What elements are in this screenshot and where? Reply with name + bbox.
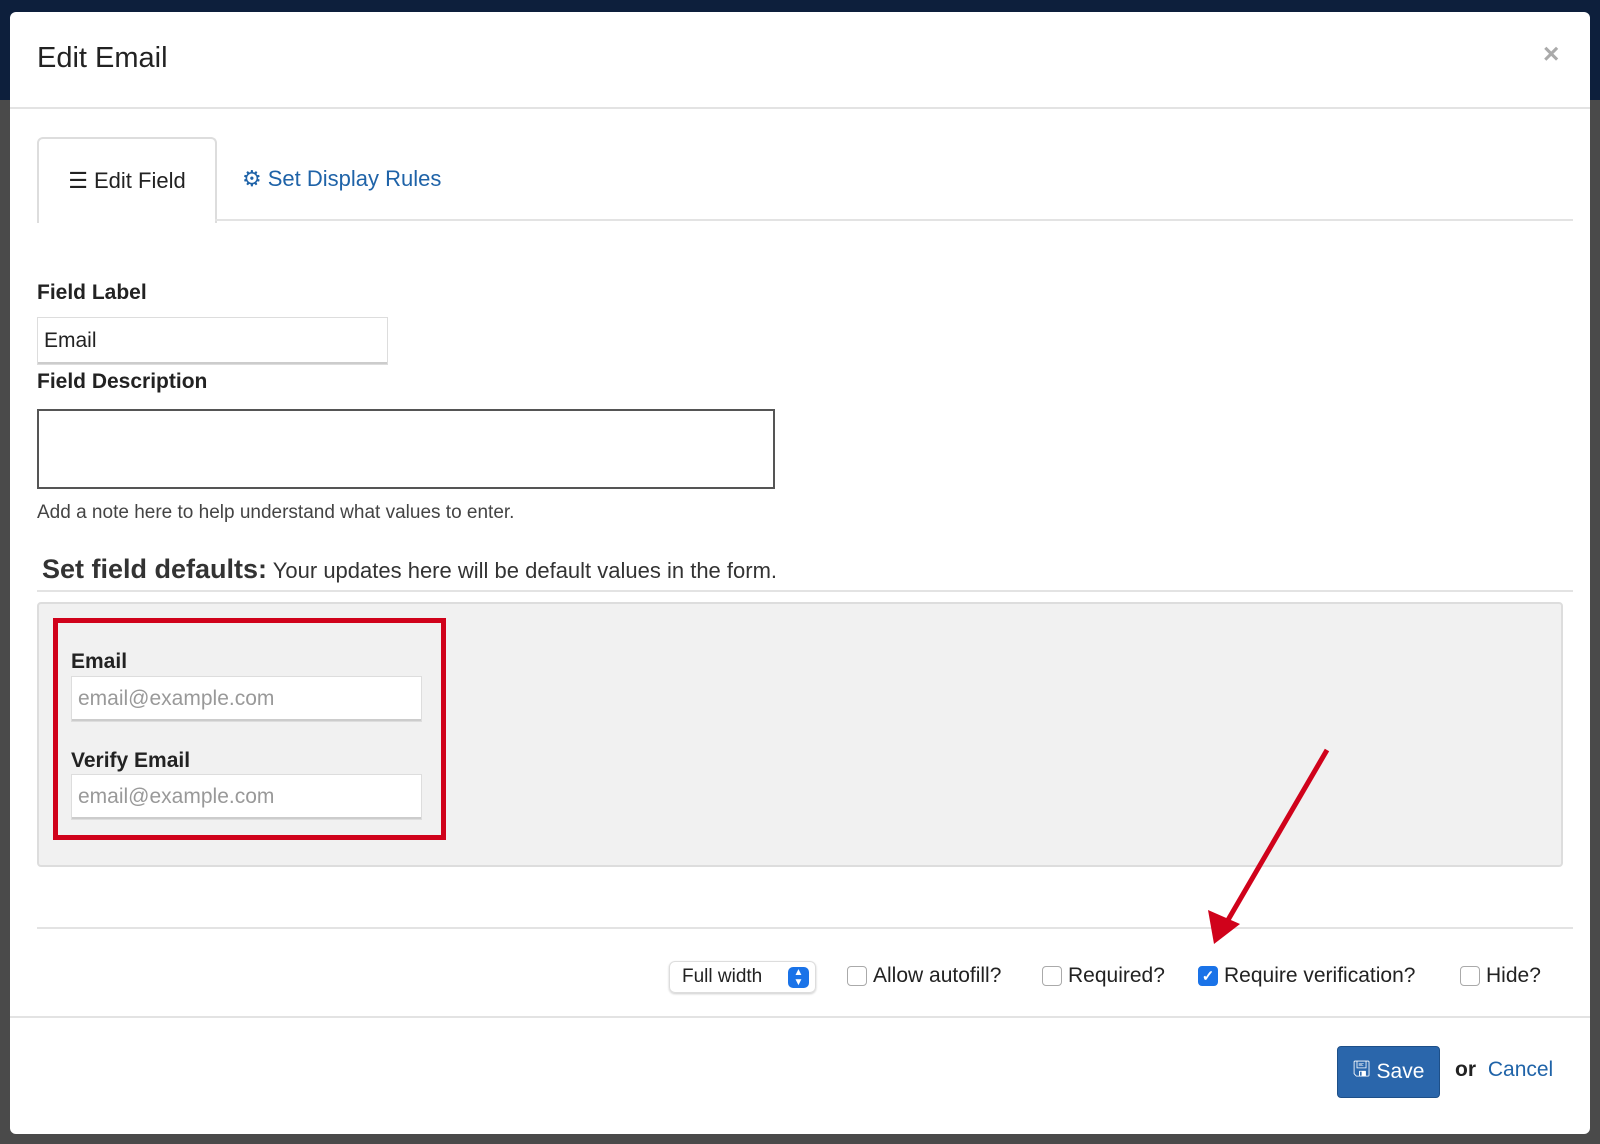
tab-edit-field[interactable]: ☰ Edit Field	[37, 137, 217, 223]
field-label-input[interactable]: Email	[37, 317, 388, 365]
defaults-heading: Set field defaults: Your updates here wi…	[42, 554, 777, 585]
tabs-divider	[215, 219, 1573, 221]
checkbox-label: Required?	[1068, 964, 1165, 987]
checkbox-allow-autofill[interactable]: Allow autofill?	[847, 959, 1001, 993]
footer-actions: or Cancel	[1455, 1058, 1553, 1082]
width-select-value: Full width	[682, 966, 763, 987]
field-description-heading: Field Description	[37, 370, 208, 393]
width-select[interactable]: Full width ▲ ▼	[669, 961, 816, 993]
field-label-heading: Field Label	[37, 281, 147, 304]
tab-label: Set Display Rules	[267, 166, 442, 191]
checkbox-icon[interactable]	[1042, 966, 1062, 986]
modal-title: Edit Email	[37, 42, 168, 74]
preview-email-input[interactable]: email@example.com	[71, 676, 422, 722]
checkbox-label: Allow autofill?	[873, 964, 1002, 987]
defaults-title: Set field defaults:	[42, 554, 268, 584]
save-button[interactable]: 🖫 Save	[1337, 1046, 1440, 1098]
checkmark-icon[interactable]: ✓	[1198, 966, 1218, 986]
field-description-textarea[interactable]	[37, 409, 775, 489]
or-text: or	[1455, 1058, 1476, 1081]
select-arrows-icon: ▲ ▼	[788, 967, 809, 988]
close-icon[interactable]: ×	[1543, 38, 1559, 70]
list-icon: ☰	[68, 168, 88, 193]
floppy-disk-icon: 🖫	[1352, 1057, 1371, 1081]
save-label: Save	[1376, 1060, 1425, 1083]
options-divider	[37, 927, 1573, 929]
checkbox-icon[interactable]	[1460, 966, 1480, 986]
cancel-link[interactable]: Cancel	[1488, 1058, 1553, 1081]
preview-email-label: Email	[71, 650, 128, 673]
defaults-divider	[37, 590, 1573, 592]
header-divider	[10, 107, 1590, 109]
tab-label: Edit Field	[94, 168, 186, 193]
footer-divider	[10, 1016, 1590, 1018]
checkbox-icon[interactable]	[847, 966, 867, 986]
gears-icon: ⚙	[242, 166, 262, 191]
edit-email-modal: Edit Email × ☰ Edit Field ⚙ Set Display …	[10, 12, 1590, 1134]
checkbox-label: Hide?	[1486, 964, 1541, 987]
checkbox-require-verification[interactable]: ✓ Require verification?	[1198, 959, 1415, 993]
defaults-note: Your updates here will be default values…	[272, 558, 778, 583]
preview-verify-email-input[interactable]: email@example.com	[71, 774, 422, 820]
tab-set-display-rules[interactable]: ⚙ Set Display Rules	[242, 137, 441, 221]
preview-verify-email-label: Verify Email	[71, 749, 191, 772]
checkbox-required[interactable]: Required?	[1042, 959, 1165, 993]
checkbox-label: Require verification?	[1224, 964, 1416, 987]
description-help-text: Add a note here to help understand what …	[37, 502, 515, 523]
checkbox-hide[interactable]: Hide?	[1460, 959, 1541, 993]
